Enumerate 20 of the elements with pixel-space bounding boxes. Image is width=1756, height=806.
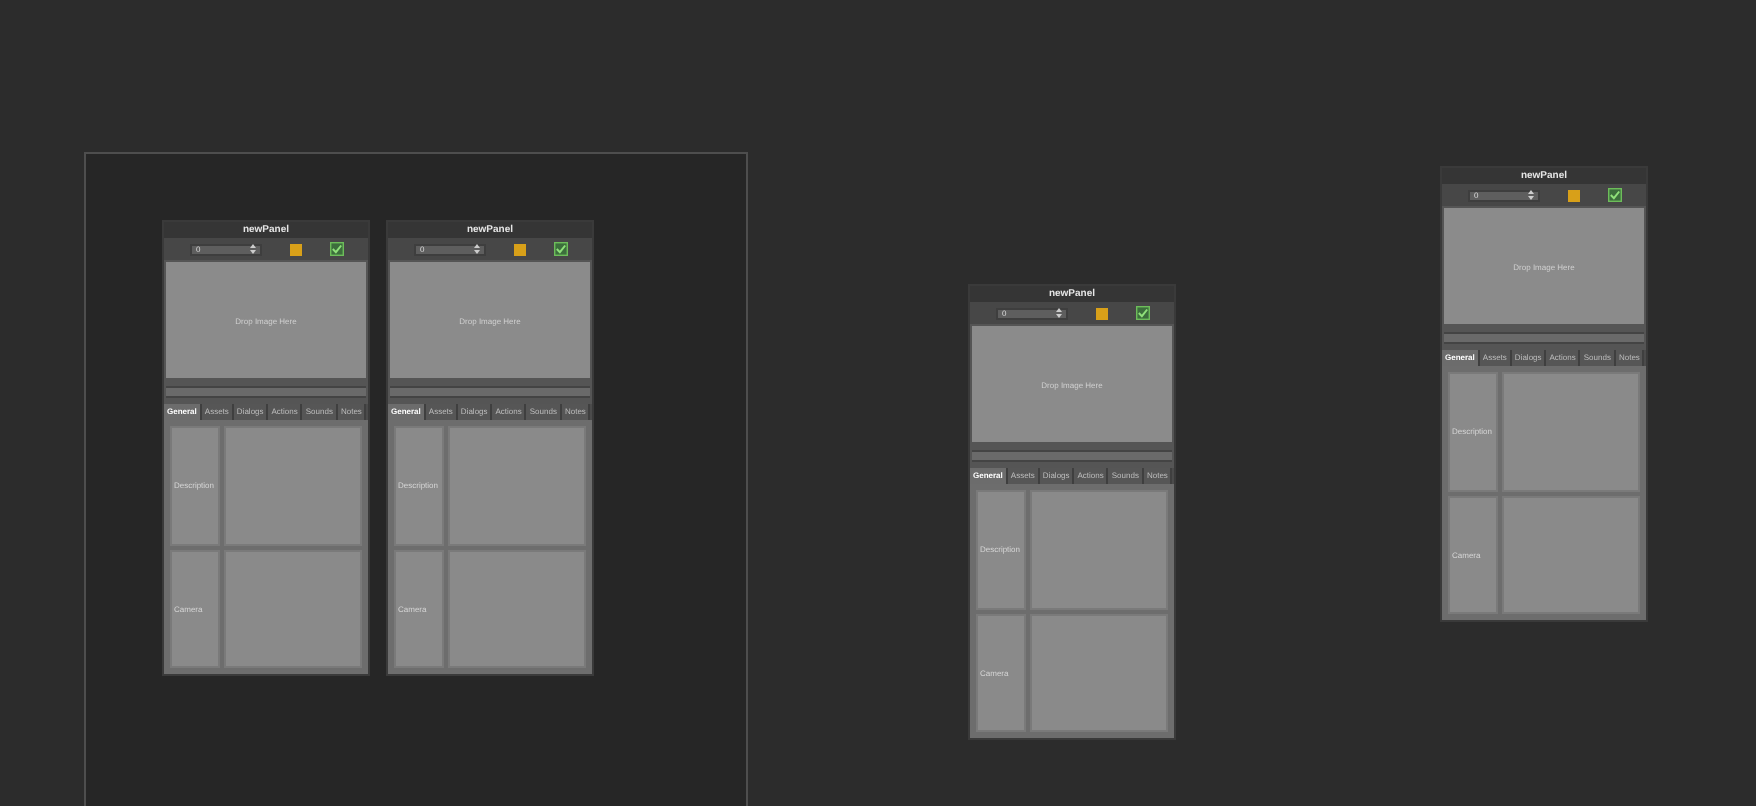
spin-arrows-icon[interactable] xyxy=(250,244,256,254)
spin-arrows-icon[interactable] xyxy=(474,244,480,254)
check-icon[interactable] xyxy=(1136,306,1150,320)
field-area[interactable] xyxy=(448,549,586,668)
field-area[interactable] xyxy=(224,426,362,545)
field-area[interactable] xyxy=(224,549,362,668)
field-area[interactable] xyxy=(1030,490,1168,609)
field-area[interactable] xyxy=(1030,613,1168,732)
color-swatch[interactable] xyxy=(1096,307,1108,319)
color-swatch[interactable] xyxy=(514,243,526,255)
check-icon[interactable] xyxy=(554,242,568,256)
check-icon[interactable] xyxy=(330,242,344,256)
check-icon[interactable] xyxy=(1608,188,1622,202)
spin-arrows-icon[interactable] xyxy=(1056,308,1062,318)
field-area[interactable] xyxy=(1502,495,1640,614)
color-swatch[interactable] xyxy=(1568,189,1580,201)
field-area[interactable] xyxy=(1502,372,1640,491)
color-swatch[interactable] xyxy=(290,243,302,255)
field-area[interactable] xyxy=(448,426,586,545)
spin-arrows-icon[interactable] xyxy=(1528,190,1534,200)
